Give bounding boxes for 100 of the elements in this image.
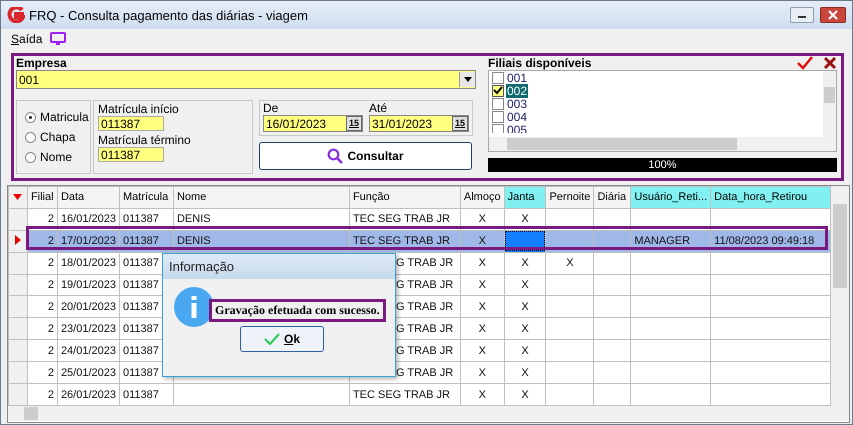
column-header[interactable]: Data — [57, 186, 120, 208]
scrollbar[interactable] — [8, 406, 849, 421]
table-cell: X — [521, 388, 529, 400]
branch-item[interactable]: 002 — [489, 84, 823, 97]
branch-item[interactable]: 004 — [489, 110, 823, 123]
table-cell: 011387 — [123, 344, 159, 357]
table-cell: G TRAB JR — [396, 366, 454, 379]
table-cell: X — [521, 257, 529, 270]
table-cell: 2 — [48, 344, 54, 357]
scrollbar[interactable] — [831, 186, 849, 406]
table-cell: 20/01/2023 — [60, 300, 116, 313]
close-icon[interactable] — [823, 56, 837, 70]
logo-icon — [7, 7, 25, 23]
field-label: Matrícula término — [98, 133, 192, 147]
window-title: FRQ - Consulta pagamento das diárias - viagem — [29, 8, 308, 22]
calendar-button[interactable]: 15 — [452, 116, 468, 131]
column-header[interactable]: Janta — [504, 186, 546, 208]
table-cell: G TRAB JR — [396, 344, 454, 357]
ok-button[interactable]: Ok — [240, 326, 324, 352]
empresa-label: Empresa — [16, 56, 68, 70]
scrollbar[interactable] — [489, 137, 836, 151]
column-header[interactable]: Filial — [27, 186, 58, 208]
branch-item[interactable]: 003 — [489, 97, 823, 110]
table-cell: 17/01/2023 — [60, 235, 116, 248]
table-cell: 2 — [48, 300, 54, 313]
check-icon — [493, 86, 503, 95]
minimize-button[interactable] — [790, 7, 814, 23]
column-header[interactable]: Nome — [173, 186, 350, 208]
table-cell: 011387 — [123, 257, 159, 270]
table-cell: 011387 — [123, 388, 159, 400]
branch-item[interactable]: 001 — [489, 71, 823, 84]
table-cell: X — [478, 213, 486, 226]
search-option[interactable]: Matricula — [25, 110, 90, 124]
current-row-icon — [14, 234, 21, 245]
dialog-title: Informação — [163, 254, 395, 279]
matricula-end-field[interactable]: 011387 — [98, 147, 164, 162]
progress-bar: 100% — [488, 158, 837, 172]
column-header[interactable]: Matrícula — [120, 186, 174, 208]
table-cell: 2 — [48, 366, 54, 379]
table-cell: X — [521, 300, 529, 313]
table-cell: X — [478, 322, 486, 335]
table-cell: 23/01/2023 — [60, 322, 116, 335]
table-cell: X — [478, 257, 486, 270]
field-label: De — [263, 101, 280, 115]
table-cell: X — [521, 322, 529, 335]
table-cell: G TRAB JR — [396, 300, 454, 313]
menu-item[interactable]: Saída — [11, 32, 42, 46]
search-option[interactable]: Nome — [25, 150, 90, 164]
table-cell: X — [478, 344, 486, 357]
table-cell: 2 — [48, 322, 54, 335]
table-cell: TEC SEG TRAB JR — [352, 235, 450, 248]
table-cell: DENIS — [176, 235, 211, 248]
dropdown-arrow-icon — [13, 194, 22, 200]
message-text: Gravação efetuada com sucesso. — [209, 299, 386, 322]
table-cell: 25/01/2023 — [60, 366, 116, 379]
table-cell: G TRAB JR — [396, 279, 454, 291]
table-cell: 18/01/2023 — [60, 257, 116, 270]
table-cell: X — [521, 366, 529, 379]
table-cell: X — [521, 344, 529, 357]
table-cell: 011387 — [123, 235, 159, 248]
column-header[interactable]: Usuário_Reti... — [630, 186, 711, 208]
column-header[interactable]: Almoço — [460, 186, 504, 208]
search-icon — [327, 148, 344, 164]
row-indicator[interactable] — [8, 230, 28, 252]
date-to-field[interactable]: 31/01/2023 15 — [369, 115, 469, 132]
table-cell: X — [521, 213, 529, 226]
table-cell: X — [478, 279, 486, 291]
close-icon — [828, 10, 838, 20]
column-menu-button[interactable] — [8, 186, 28, 208]
table-cell: X — [478, 300, 486, 313]
calendar-button[interactable]: 15 — [346, 116, 362, 131]
field-label: Até — [369, 101, 388, 115]
scrollbar[interactable] — [823, 71, 836, 137]
monitor-icon[interactable] — [50, 32, 66, 46]
table-cell: 2 — [48, 388, 54, 400]
table-cell: DENIS — [176, 213, 211, 226]
consultar-button[interactable]: Consultar — [259, 142, 472, 170]
branches-label: Filiais disponíveis — [488, 56, 592, 70]
table-cell: G TRAB JR — [396, 322, 454, 335]
table-cell: 11/08/2023 09:49:18 — [714, 235, 814, 248]
column-header[interactable]: Diária — [594, 186, 631, 208]
date-from-field[interactable]: 16/01/2023 15 — [263, 115, 363, 132]
table-cell: 011387 — [123, 300, 159, 313]
table-cell: 011387 — [123, 366, 159, 379]
table-cell: X — [566, 257, 574, 270]
column-header[interactable]: Pernoite — [546, 186, 594, 208]
table-cell: 26/01/2023 — [60, 388, 116, 400]
table-cell: 2 — [48, 257, 54, 270]
matricula-start-field[interactable]: 011387 — [98, 116, 164, 131]
dropdown-arrow-icon — [464, 77, 472, 82]
column-header[interactable]: Função — [349, 186, 460, 208]
column-header[interactable]: Data_hora_Retirou — [710, 186, 831, 208]
table-cell: 011387 — [123, 322, 159, 335]
check-all-icon[interactable] — [797, 56, 813, 70]
close-button[interactable] — [820, 7, 846, 23]
empresa-dropdown[interactable]: 001 — [16, 70, 476, 89]
table-cell: X — [478, 366, 486, 379]
check-icon — [264, 333, 280, 345]
search-option[interactable]: Chapa — [25, 130, 90, 144]
table-cell: 24/01/2023 — [60, 344, 116, 357]
